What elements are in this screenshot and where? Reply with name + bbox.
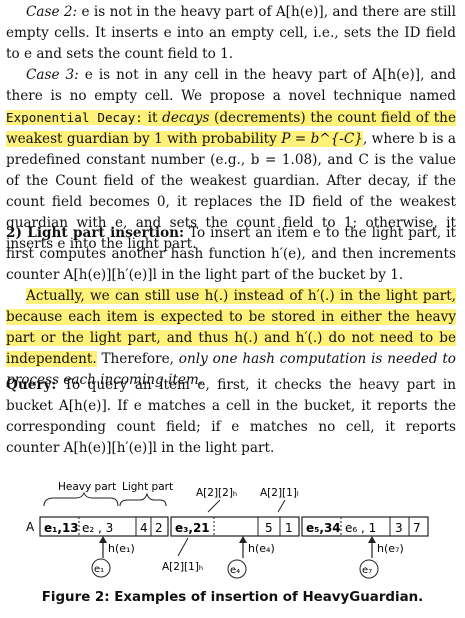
bucket1-cell-4: 2 xyxy=(155,521,163,535)
bucket1-cell-2: e₂ , 3 xyxy=(82,521,113,535)
paper-page: Case 2: e is not in the heavy part of A[… xyxy=(0,0,465,618)
hash-label-e4: h(e₄) xyxy=(248,542,275,555)
heavy-brace xyxy=(43,491,119,507)
bucket-3: e₅,34 e₆ , 1 3 7 xyxy=(301,516,429,537)
bucket3-cell-3: 3 xyxy=(395,521,403,535)
paragraph-query: Query: To query an item e, first, it che… xyxy=(6,375,456,459)
query-label: Query: xyxy=(6,377,57,393)
heavy-part-label: Heavy part xyxy=(58,481,116,493)
bucket2-cell-4: 1 xyxy=(285,521,293,535)
paragraph-light-insertion: 2) Light part insertion: To insert an it… xyxy=(6,223,456,286)
decays-word: decays xyxy=(162,110,210,126)
bucket-2: e₃,21 5 1 xyxy=(170,516,300,537)
hash-label-e1: h(e₁) xyxy=(108,542,135,555)
probability-formula: P = b^{-C} xyxy=(281,131,363,147)
bucket3-cell-4: 7 xyxy=(413,521,421,535)
top-label-heavy-index: A[2][2]ₕ xyxy=(196,487,237,499)
light-brace xyxy=(119,492,167,507)
therefore-word: Therefore, xyxy=(101,351,174,367)
bucket1-cell-1: e₁,13 xyxy=(44,521,79,535)
case3-text-b: it xyxy=(147,110,158,126)
bucket3-cell-1: e₅,34 xyxy=(306,521,341,535)
bucket1-cell-3: 4 xyxy=(140,521,148,535)
bucket2-cell-3: 5 xyxy=(265,521,273,535)
case3-label: Case 3: xyxy=(26,67,79,83)
hash-label-e7: h(e₇) xyxy=(377,542,404,555)
item-e4: e₄ xyxy=(230,565,240,576)
top-label-light-index: A[2][1]ₗ xyxy=(260,487,299,499)
light-insertion-label: 2) Light part insertion: xyxy=(6,225,185,241)
figure-caption: Figure 2: Examples of insertion of Heavy… xyxy=(41,590,424,605)
bucket2-cell-1: e₃,21 xyxy=(175,521,210,535)
insertion-figure: Heavy part Light part A[2][2]ₕ A[2][1]ₗ … xyxy=(26,481,429,579)
bucket-1: e₁,13 e₂ , 3 4 2 xyxy=(39,516,169,537)
query-body: To query an item e, first, it checks the… xyxy=(6,377,456,456)
exponential-decay-term: Exponential Decay: xyxy=(6,110,143,125)
array-label: A xyxy=(26,520,35,534)
case2-label: Case 2: xyxy=(26,4,78,20)
bottom-heavy-index-label: A[2][1]ₕ xyxy=(162,561,203,573)
item-e1: e₁ xyxy=(94,564,104,575)
item-e7: e₇ xyxy=(362,565,372,576)
paragraph-case2: Case 2: e is not in the heavy part of A[… xyxy=(6,2,456,65)
light-part-label: Light part xyxy=(122,481,173,493)
bucket3-cell-2: e₆ , 1 xyxy=(345,521,376,535)
